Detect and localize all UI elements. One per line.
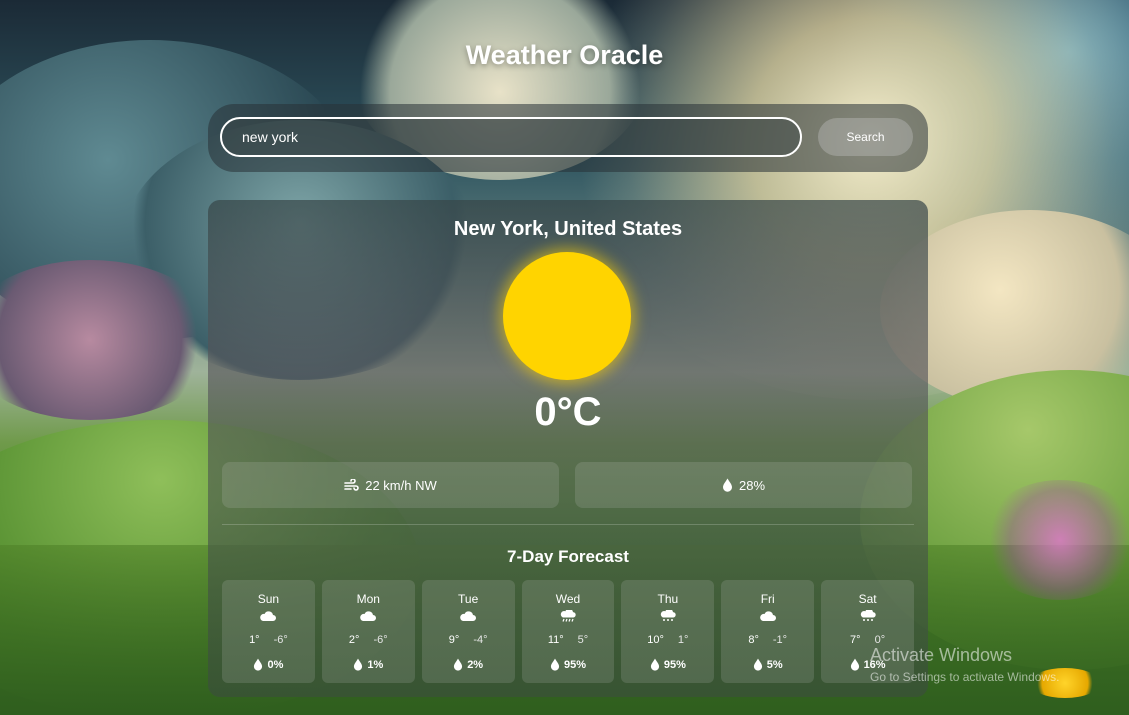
current-temperature: 0°C <box>534 390 602 434</box>
forecast-day: Tue 9° -4° 2% <box>421 580 515 683</box>
high-temp: 9° <box>448 634 460 646</box>
high-temp: 7° <box>850 634 861 646</box>
low-temp: -6° <box>373 634 388 646</box>
precip-chance: 95% <box>563 658 587 671</box>
high-temp: 1° <box>249 634 260 646</box>
droplet-icon <box>650 658 659 671</box>
watermark-title: Activate Windows <box>870 645 1013 665</box>
forecast-day: Sun 1° -6° 0% <box>222 580 315 683</box>
wind-value: 22 km/h NW <box>365 477 437 493</box>
low-temp: -4° <box>473 634 488 646</box>
forecast-day: Fri 8° -1° 5% <box>721 580 815 683</box>
droplet-icon <box>550 658 560 671</box>
search-bar: Search <box>208 104 928 172</box>
day-name: Fri <box>760 592 775 606</box>
humidity-value: 28% <box>738 477 766 493</box>
cloud-icon <box>260 611 277 621</box>
day-name: Wed <box>555 592 581 606</box>
high-temp: 11° <box>547 634 564 646</box>
low-temp: 5° <box>577 634 589 646</box>
droplet-icon <box>354 658 363 671</box>
precip-chance: 1% <box>367 658 384 671</box>
wind-icon <box>344 478 359 491</box>
cloud-icon <box>759 611 776 621</box>
droplet-icon <box>254 658 263 671</box>
location-name: New York, United States <box>453 218 683 240</box>
watermark-subtitle: Go to Settings to activate Windows. <box>870 670 1060 684</box>
search-input[interactable] <box>220 117 802 157</box>
weather-card: New York, United States 0°C 22 km/h NW 2… <box>208 200 928 697</box>
precip-chance: 5% <box>766 658 783 671</box>
cloud-icon <box>360 611 377 621</box>
day-name: Mon <box>356 592 380 606</box>
cloud-snow-icon <box>660 610 676 621</box>
windows-activation-watermark: Activate Windows Go to Settings to activ… <box>870 645 1059 684</box>
high-temp: 2° <box>348 634 360 646</box>
droplet-icon <box>850 658 859 671</box>
day-name: Sun <box>257 592 280 606</box>
cloud-rain-icon <box>560 610 576 622</box>
humidity-stat: 28% <box>575 462 912 508</box>
forecast-day: Mon 2° -6° 1% <box>321 580 415 683</box>
day-name: Thu <box>657 592 679 606</box>
wind-stat: 22 km/h NW <box>222 462 559 508</box>
day-name: Sat <box>858 592 877 606</box>
page-title: Weather Oracle <box>465 40 664 70</box>
forecast-list: Sun 1° -6° 0% Mon 2° -6° 1% Tue 9° -4° 2% W… <box>222 580 915 683</box>
divider <box>222 524 914 525</box>
precip-chance: 2% <box>467 658 484 671</box>
forecast-title: 7-Day Forecast <box>507 547 629 566</box>
cloud-icon <box>460 611 477 621</box>
droplet-icon <box>753 658 762 671</box>
forecast-day: Wed 11° 5° 95% <box>521 580 615 683</box>
forecast-day: Thu 10° 1° 95% <box>621 580 715 683</box>
cloud-snow-icon <box>860 610 876 621</box>
search-button[interactable]: Search <box>818 118 913 156</box>
precip-chance: 0% <box>267 658 284 671</box>
high-temp: 8° <box>748 634 759 646</box>
low-temp: 1° <box>677 634 689 646</box>
day-name: Tue <box>458 592 479 606</box>
flower-patch <box>980 480 1129 600</box>
sun-icon <box>503 252 631 380</box>
low-temp: -1° <box>772 634 788 646</box>
precip-chance: 95% <box>663 658 686 671</box>
high-temp: 10° <box>647 634 664 646</box>
droplet-icon <box>722 478 732 492</box>
droplet-icon <box>454 658 463 671</box>
low-temp: -6° <box>273 634 288 646</box>
